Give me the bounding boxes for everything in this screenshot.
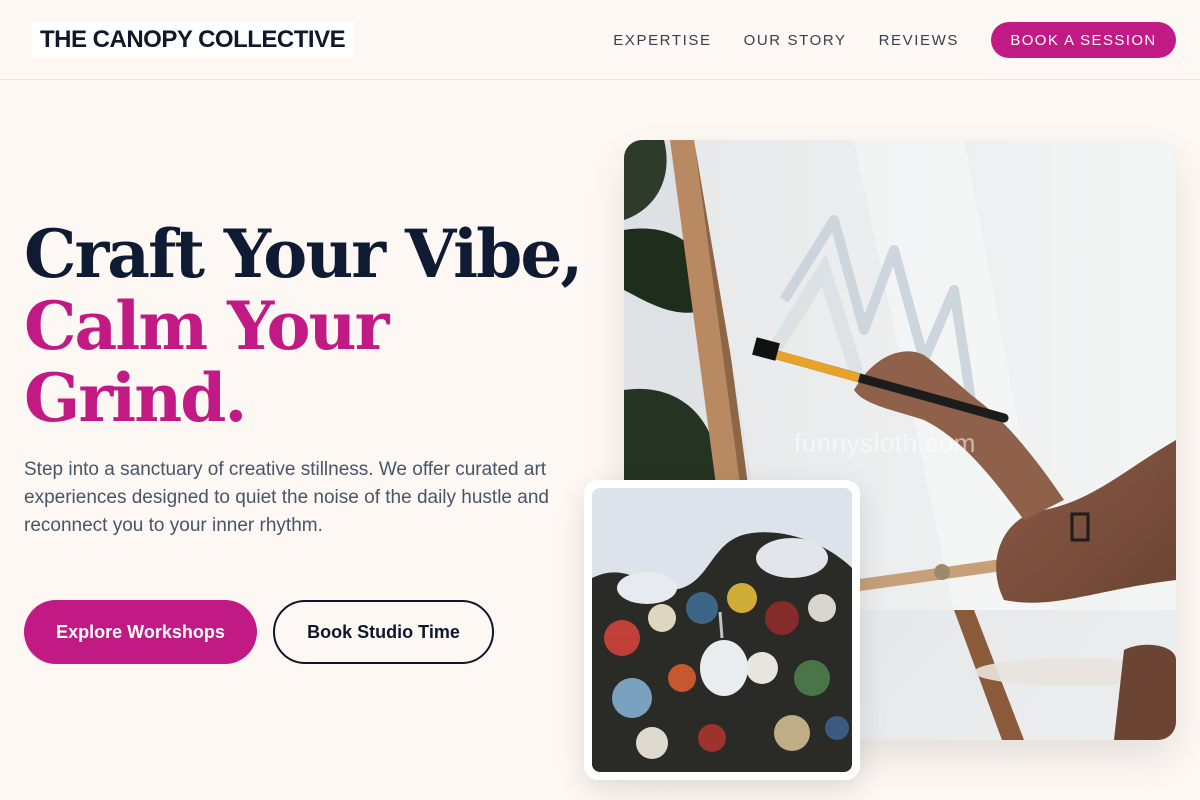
headline-line-2: Calm Your	[24, 287, 389, 365]
book-studio-time-button[interactable]: Book Studio Time	[273, 600, 494, 664]
image-watermark: funnysloth.com	[794, 428, 976, 458]
nav-link-reviews[interactable]: REVIEWS	[879, 32, 959, 49]
nav-link-expertise[interactable]: EXPERTISE	[613, 32, 711, 49]
paint-palette-image	[592, 488, 852, 772]
explore-workshops-button[interactable]: Explore Workshops	[24, 600, 257, 664]
brand-logo[interactable]: THE CANOPY COLLECTIVE	[32, 22, 354, 58]
headline-line-1: Craft Your Vibe,	[24, 215, 583, 293]
palette-illustration	[592, 488, 852, 772]
hero-description: Step into a sanctuary of creative stilln…	[24, 459, 549, 536]
nav-link-our-story[interactable]: OUR STORY	[744, 32, 847, 49]
headline-line-3: Grind.	[24, 359, 247, 437]
book-session-button[interactable]: BOOK A SESSION	[991, 22, 1176, 58]
main-nav: EXPERTISE OUR STORY REVIEWS BOOK A SESSI…	[613, 0, 1176, 80]
hero-headline: Craft Your Vibe, Calm Your Grind.	[24, 218, 584, 434]
site-header: THE CANOPY COLLECTIVE EXPERTISE OUR STOR…	[0, 0, 1200, 80]
inset-image-card	[584, 480, 860, 780]
